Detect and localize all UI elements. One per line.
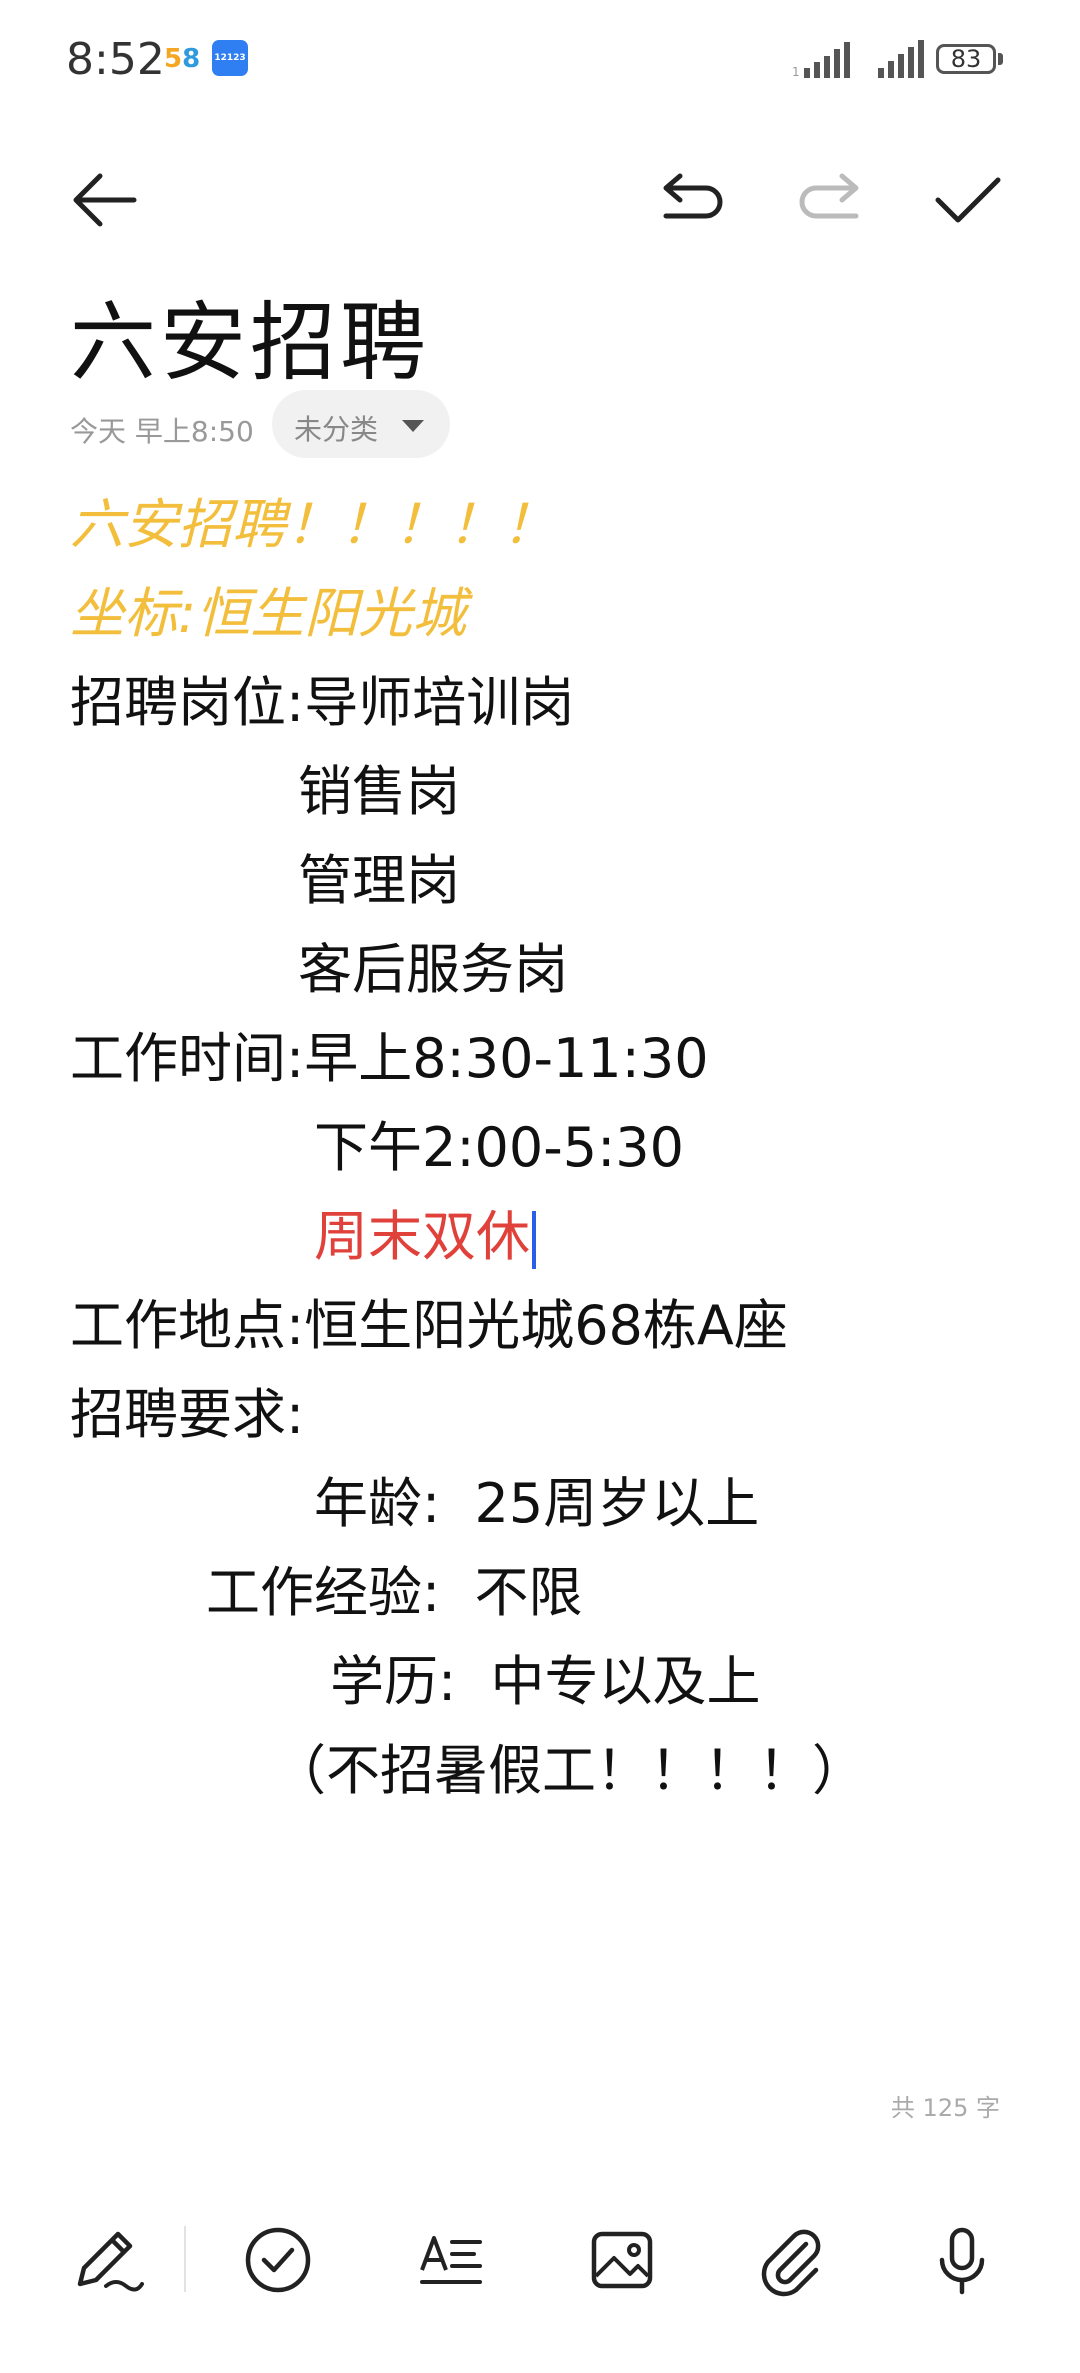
note-line: 学历: 中专以及上 [330,1650,761,1713]
signal-strength-icon-2 [876,40,926,80]
note-line: 年龄: 25周岁以上 [314,1472,760,1535]
done-checkmark-icon[interactable] [928,160,1008,240]
microphone-icon[interactable] [922,2220,1002,2300]
note-line: 下午2:00-5:30 [314,1116,685,1179]
pen-icon[interactable] [66,2220,146,2300]
note-line: 客后服务岗 [298,938,568,1001]
battery-tip [998,53,1003,65]
status-time: 8:52 [66,34,165,85]
note-line-highlight: 周末双休 [314,1202,536,1272]
chevron-down-icon [402,420,424,432]
note-line: 工作经验: 不限 [206,1561,583,1624]
text-format-icon[interactable] [410,2220,490,2300]
checklist-icon[interactable] [238,2220,318,2300]
signal-strength-icon: 1 [792,40,862,80]
text-cursor [532,1211,536,1270]
note-line: 招聘要求: [70,1383,305,1446]
svg-text:1: 1 [792,65,800,79]
category-dropdown[interactable]: 未分类 [272,390,450,458]
note-line: 六安招聘！！！！！ [70,493,556,556]
toolbar-divider [184,2226,186,2292]
attachment-icon[interactable] [750,2220,830,2300]
category-label: 未分类 [294,413,379,446]
note-line: 坐标:恒生阳光城 [70,582,467,645]
back-icon[interactable] [66,160,146,240]
note-line: （不招暑假工！！！！） [272,1739,866,1802]
battery-icon: 83 [936,44,996,74]
app-12123-icon: 12123 [212,40,248,76]
undo-icon[interactable] [652,160,732,240]
note-line: 管理岗 [298,849,460,912]
redo-icon[interactable] [790,160,870,240]
note-line: 工作地点:恒生阳光城68栋A座 [70,1294,788,1357]
note-line-text: 周末双休 [314,1205,530,1268]
note-date: 今天 早上8:50 [70,415,254,448]
image-icon[interactable] [582,2220,662,2300]
note-line: 销售岗 [298,760,460,823]
app-58-icon: 58 [164,44,201,74]
note-line: 工作时间:早上8:30-11:30 [70,1027,709,1090]
note-title[interactable]: 六安招聘 [70,272,430,397]
word-count: 共 125 字 [890,2094,1000,2122]
note-line: 招聘岗位:导师培训岗 [70,671,575,734]
